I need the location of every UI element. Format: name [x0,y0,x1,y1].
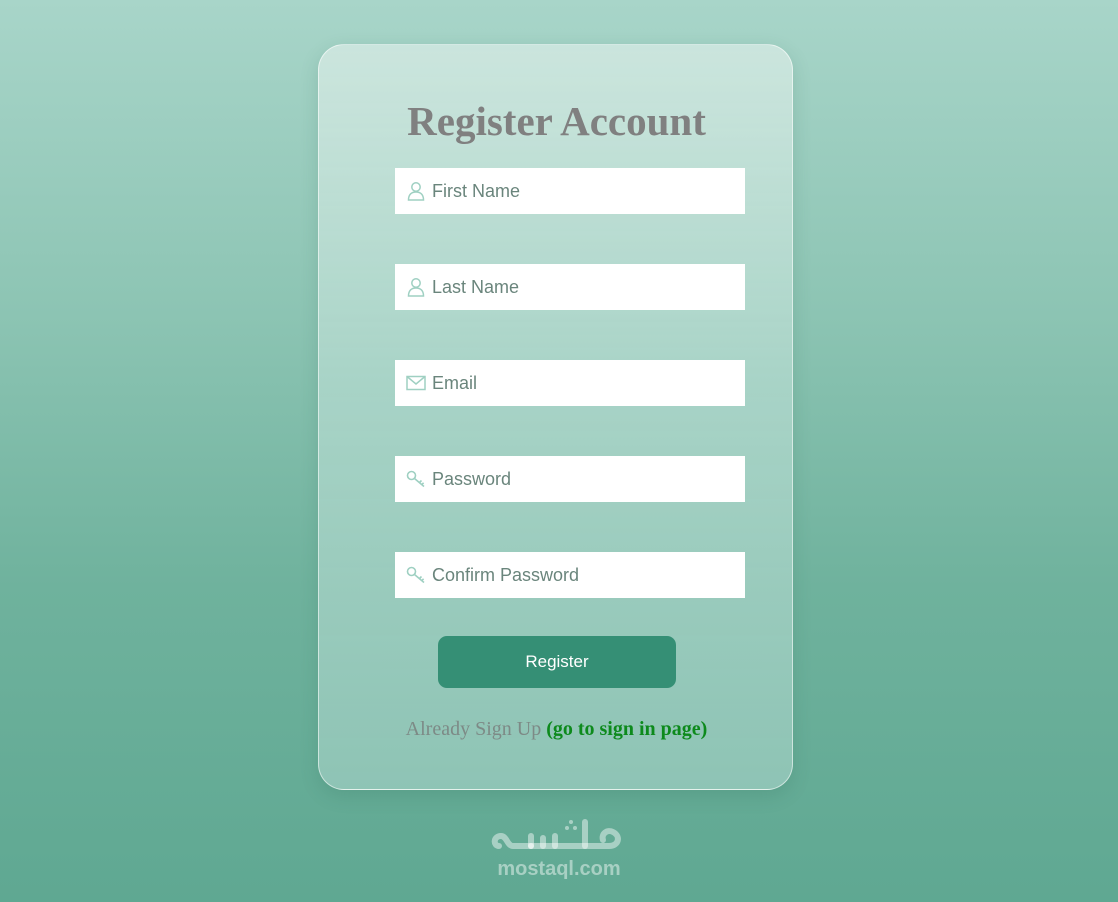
register-button[interactable]: Register [438,636,676,688]
first-name-field[interactable] [395,168,745,214]
user-icon [406,181,426,201]
key-icon [406,565,426,585]
last-name-field[interactable] [395,264,745,310]
last-name-input[interactable] [432,272,732,302]
email-field[interactable] [395,360,745,406]
watermark-site: mostaql.com [497,858,621,880]
register-card: Register Account First Name Last Name Em… [318,44,793,790]
envelope-icon [406,373,426,393]
signin-prompt-text: Already Sign Up [405,718,542,740]
watermark: mostaql.com [478,812,640,880]
confirm-password-field[interactable] [395,552,745,598]
mostaql-logo [491,819,621,849]
key-icon [406,469,426,489]
password-field[interactable] [395,456,745,502]
user-icon [406,277,426,297]
signin-prompt: Already Sign Up (go to sign in page) [319,718,794,741]
page-title: Register Account [407,98,706,144]
confirm-password-input[interactable] [432,560,732,590]
password-input[interactable] [432,464,732,494]
first-name-input[interactable] [432,176,732,206]
signin-link[interactable]: (go to sign in page) [546,718,707,740]
email-input[interactable] [432,368,732,398]
